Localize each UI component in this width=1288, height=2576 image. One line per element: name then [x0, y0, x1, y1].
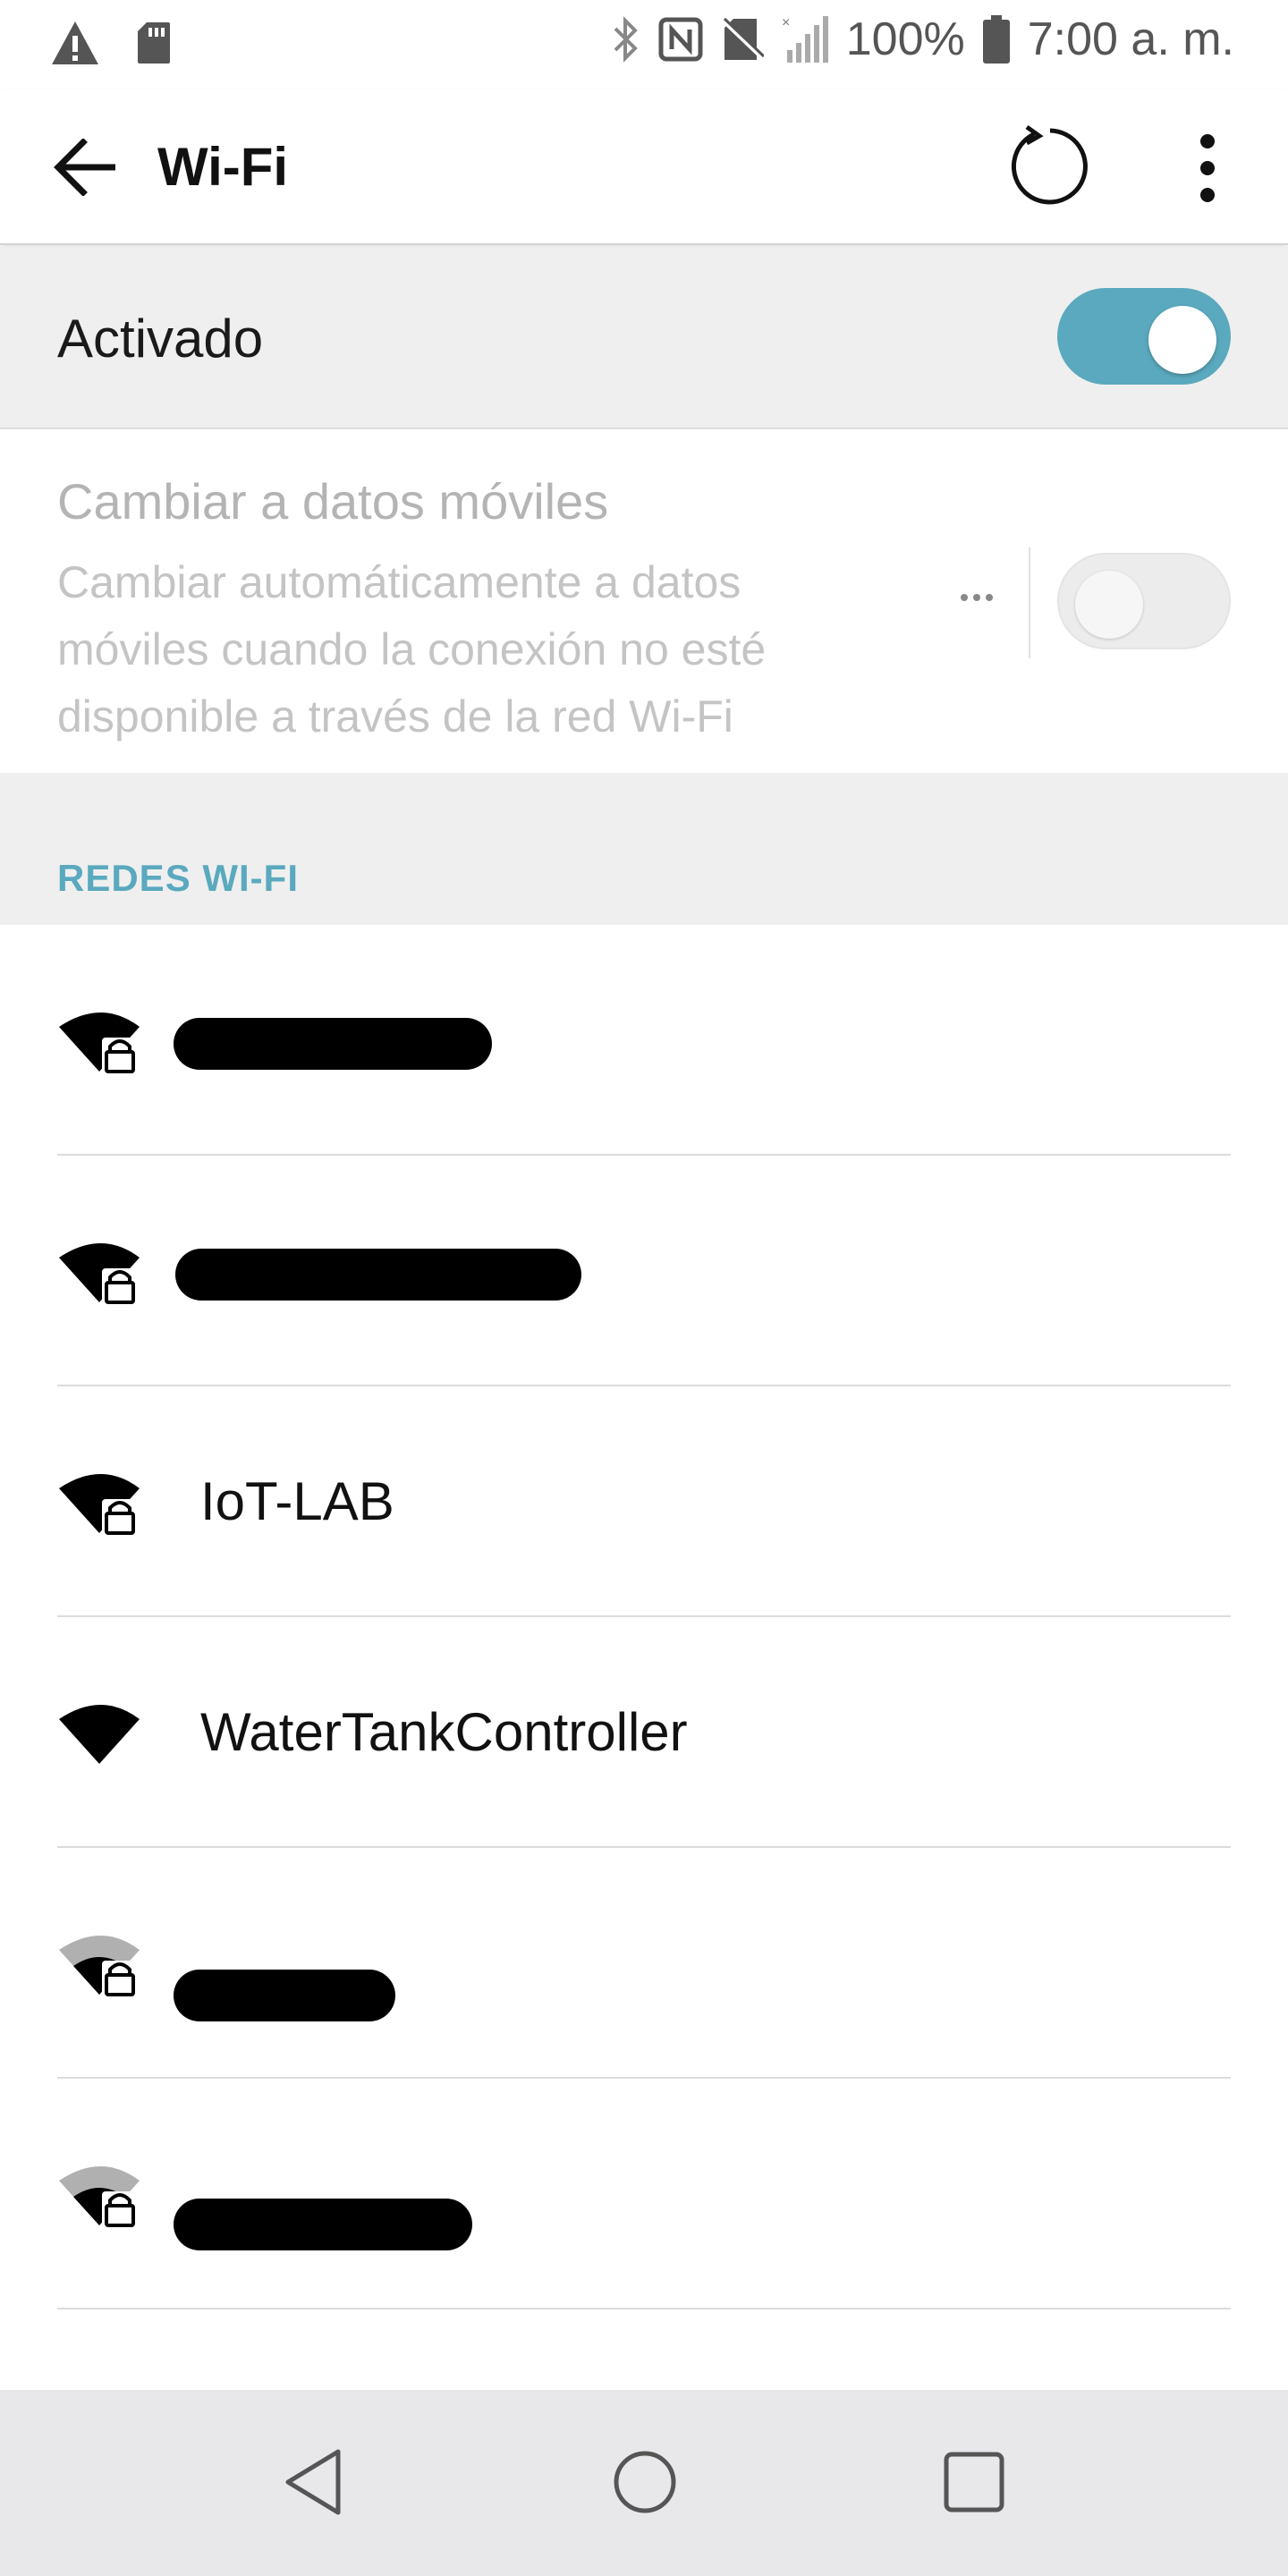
network-item[interactable] [0, 1848, 1288, 2079]
page-title: Wi-Fi [157, 137, 289, 197]
wifi-master-label: Activado [57, 309, 264, 369]
vertical-divider [1029, 547, 1030, 658]
back-triangle-icon [283, 2448, 345, 2521]
mobile-data-toggle[interactable] [1057, 553, 1231, 649]
recents-square-icon [943, 2451, 1005, 2518]
nfc-icon [658, 17, 703, 62]
mobile-data-options-button[interactable] [950, 580, 1004, 615]
redacted-network-name [175, 1249, 581, 1301]
refresh-button[interactable] [1005, 123, 1095, 213]
wifi-master-switch-row[interactable]: Activado [0, 247, 1288, 429]
network-name: WaterTankController [200, 1702, 688, 1762]
warning-icon [50, 20, 100, 66]
wifi-secured-full-icon [59, 1236, 140, 1308]
redacted-network-name [174, 1970, 395, 2021]
bluetooth-icon [610, 14, 640, 64]
toggle-knob [1148, 306, 1216, 374]
no-sim-icon [721, 17, 764, 62]
home-circle-icon [612, 2449, 678, 2520]
redacted-network-name [174, 2199, 472, 2250]
ellipsis-dot [986, 594, 993, 601]
network-item[interactable] [0, 925, 1288, 1156]
wifi-networks-header: REDES WI-FI [57, 857, 299, 899]
network-item[interactable]: WaterTankController [0, 1617, 1288, 1848]
refresh-icon [1007, 123, 1093, 214]
back-button[interactable] [45, 129, 125, 209]
switch-to-mobile-data-row[interactable]: Cambiar a datos móviles Cambiar automáti… [0, 429, 1288, 773]
back-arrow-icon [53, 137, 117, 200]
wifi-open-full-icon [59, 1698, 140, 1769]
more-options-button[interactable] [1172, 125, 1243, 215]
ellipsis-icon [961, 594, 968, 601]
nav-back-button[interactable] [265, 2435, 363, 2533]
status-bar: × 100% 7:00 a. m. [0, 0, 1288, 89]
wifi-secured-weak-icon [59, 2159, 140, 2231]
network-item[interactable]: IoT-LAB [0, 1386, 1288, 1617]
mobile-data-description: Cambiar automáticamente a datos móviles … [57, 557, 767, 741]
battery-percent: 100% [845, 13, 965, 65]
wifi-secured-full-icon [59, 1005, 140, 1077]
ellipsis-dot [973, 594, 980, 601]
toggle-knob [1075, 571, 1143, 639]
battery-icon [982, 15, 1010, 64]
nav-home-button[interactable] [596, 2435, 694, 2533]
redacted-network-name [174, 1018, 492, 1070]
network-item[interactable] [0, 2079, 1288, 2309]
wifi-toggle[interactable] [1057, 288, 1231, 385]
navigation-bar [0, 2390, 1288, 2576]
wifi-secured-weak-icon [59, 1928, 140, 2000]
app-bar: Wi-Fi [0, 89, 1288, 245]
wifi-secured-full-icon [59, 1467, 140, 1538]
network-list: IoT-LAB WaterTankController [0, 925, 1288, 2309]
section-header: REDES WI-FI [0, 773, 1288, 925]
clock: 7:00 a. m. [1027, 13, 1234, 65]
nav-recents-button[interactable] [925, 2435, 1023, 2533]
svg-text:×: × [782, 15, 790, 30]
divider [57, 2308, 1231, 2309]
sd-card-icon [136, 21, 172, 65]
more-vert-icon [1199, 132, 1216, 208]
signal-icon: × [782, 14, 828, 64]
network-item[interactable] [0, 1156, 1288, 1386]
network-name: IoT-LAB [200, 1471, 394, 1531]
mobile-data-title: Cambiar a datos móviles [57, 473, 609, 530]
